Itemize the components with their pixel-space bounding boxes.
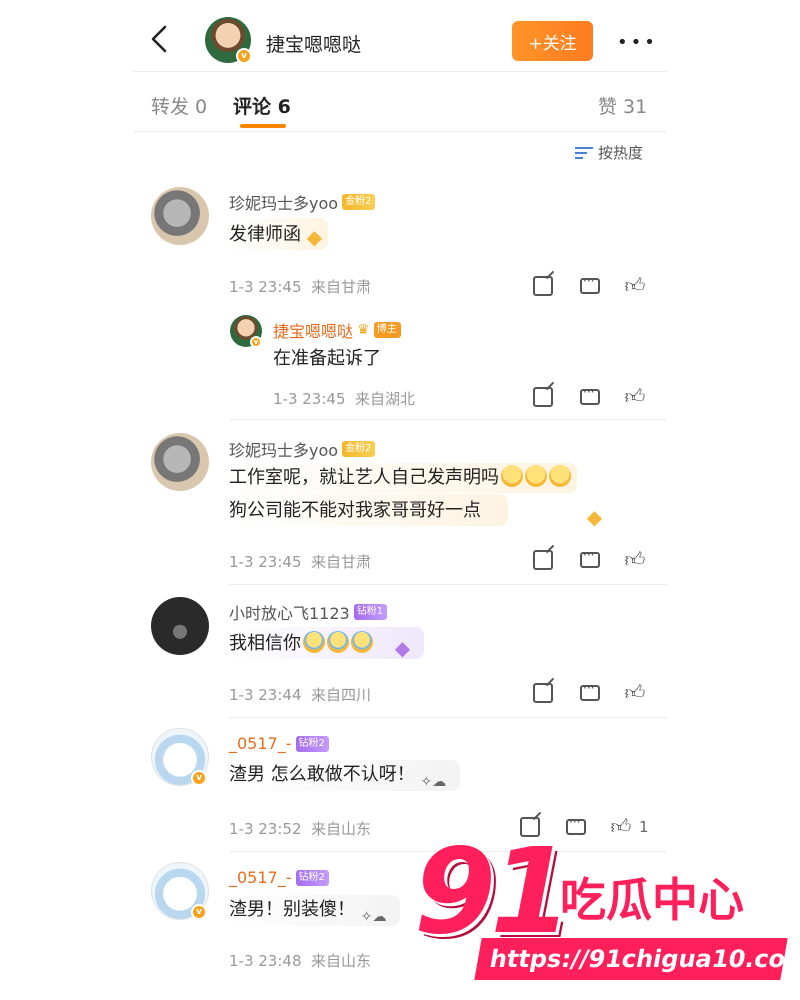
fan-level-badge: 钻粉1 (353, 604, 388, 620)
reply-icon[interactable] (580, 385, 600, 405)
crying-emoji-icon (327, 631, 349, 653)
commenter-name[interactable]: 小时放心飞1123 钻粉1 (229, 600, 388, 624)
back-arrow-icon[interactable] (147, 24, 171, 54)
commenter-name[interactable]: _0517_- 钻粉2 (229, 734, 329, 753)
share-icon[interactable] (533, 550, 553, 570)
watermark-brand: 吃瓜中心 (560, 873, 744, 927)
sticker-decoration-icon: ✧☁ (360, 909, 387, 925)
tab-bar: 转发 0 评论 6 赞 31 (133, 72, 667, 132)
divider (229, 419, 667, 420)
sort-icon (575, 146, 593, 160)
tab-reposts[interactable]: 转发 0 (151, 92, 207, 119)
like-icon[interactable]: 👍︎ (624, 548, 646, 570)
thinking-emoji-icon (549, 465, 571, 487)
reply-icon[interactable] (580, 681, 600, 701)
sort-toggle[interactable]: 按热度 (575, 142, 643, 163)
reply-text: 在准备起诉了 (273, 348, 381, 369)
follow-button[interactable]: +关注 (512, 21, 593, 61)
like-icon[interactable]: 👍︎ (624, 681, 646, 703)
comment-text-line: 工作室呢，就让艺人自己发声明吗 (229, 463, 577, 493)
verified-badge-icon: v (191, 904, 207, 920)
comment-text: 发律师函 ◆ (229, 218, 329, 250)
crying-emoji-icon (303, 631, 325, 653)
comment-meta: 1-3 23:48 来自山东 (229, 952, 372, 970)
like-icon[interactable]: 👍︎ (624, 274, 646, 296)
reply-author-name[interactable]: 捷宝嗯嗯哒 ♛ 博主 (273, 318, 401, 342)
diamond-fan-decoration-icon: ◆ (394, 636, 411, 660)
fan-level-badge: 金粉2 (342, 441, 376, 457)
author-name[interactable]: 捷宝嗯嗯哒 (266, 30, 361, 57)
commenter-name[interactable]: _0517_- 钻粉2 (229, 868, 329, 887)
comment-text: 渣男！别装傻！ ✧☁ (229, 895, 401, 926)
reply-icon[interactable] (580, 548, 600, 568)
fan-level-badge: 钻粉2 (295, 735, 329, 752)
thinking-emoji-icon (525, 465, 547, 487)
thinking-emoji-icon (501, 465, 523, 487)
reply-icon[interactable] (566, 815, 586, 835)
active-tab-indicator (240, 124, 286, 128)
gold-fan-decoration-icon: ◆ (586, 505, 603, 529)
tab-likes[interactable]: 赞 31 (598, 92, 647, 119)
verified-badge-icon: v (250, 336, 262, 348)
reply-icon[interactable] (580, 274, 600, 294)
top-bar: v 捷宝嗯嗯哒 +关注 ••• (133, 0, 667, 72)
watermark-url: https://91chigua10.com (474, 938, 800, 980)
commenter-avatar[interactable] (151, 597, 209, 655)
comment-text: 我相信你 ◆ (229, 627, 425, 660)
comment-meta: 1-3 23:45 来自甘肃 (229, 553, 372, 571)
like-icon[interactable]: 👍︎ (610, 815, 632, 837)
fan-level-badge: 钻粉2 (295, 869, 329, 886)
tab-comments[interactable]: 评论 6 (233, 92, 291, 119)
watermark-logo-number: 91 (414, 822, 572, 960)
gold-fan-decoration-icon: ◆ (306, 225, 323, 249)
crying-emoji-icon (351, 631, 373, 653)
weibo-comment-page: v 捷宝嗯嗯哒 +关注 ••• 转发 0 评论 6 赞 31 按热度 珍妮玛士多… (133, 0, 667, 1000)
commenter-name[interactable]: 珍妮玛士多yoo 金粉2 (229, 190, 376, 214)
commenter-name[interactable]: 珍妮玛士多yoo 金粉2 (229, 437, 376, 461)
divider (229, 717, 667, 718)
comment-text-line: 狗公司能不能对我家哥哥好一点 ◆ (229, 494, 602, 529)
commenter-avatar[interactable] (151, 433, 209, 491)
verified-badge-icon: v (191, 770, 207, 786)
comment-meta: 1-3 23:44 来自四川 (229, 686, 372, 704)
comment-meta: 1-3 23:45 来自甘肃 (229, 278, 372, 296)
sticker-decoration-icon: ✧☁ (420, 774, 447, 790)
like-count: 1 (639, 818, 649, 836)
crown-icon: ♛ (357, 322, 370, 338)
author-badge: 博主 (373, 322, 401, 338)
verified-badge-icon: v (236, 48, 252, 64)
divider (229, 584, 667, 585)
share-icon[interactable] (533, 276, 553, 296)
share-icon[interactable] (533, 387, 553, 407)
more-options-icon[interactable]: ••• (617, 32, 658, 53)
comment-text: 渣男 怎么敢做不认呀！ ✧☁ (229, 760, 461, 791)
reply-meta: 1-3 23:45 来自湖北 (273, 390, 416, 408)
commenter-avatar[interactable] (151, 187, 209, 245)
share-icon[interactable] (533, 683, 553, 703)
fan-level-badge: 金粉2 (342, 194, 376, 210)
comment-meta: 1-3 23:52 来自山东 (229, 820, 372, 838)
sort-label: 按热度 (598, 144, 644, 162)
like-icon[interactable]: 👍︎ (624, 385, 646, 407)
